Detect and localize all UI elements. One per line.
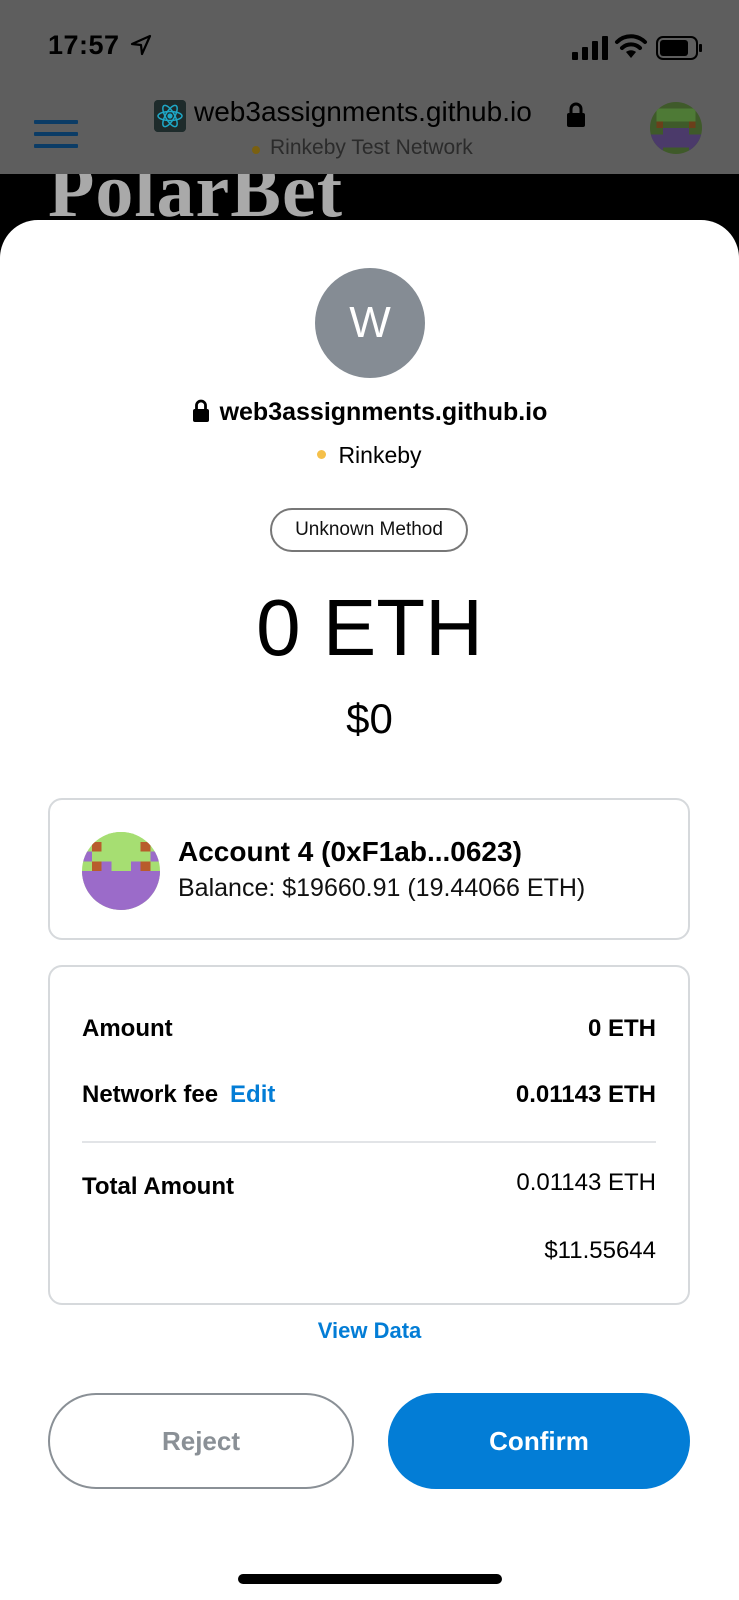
origin-avatar: W <box>315 268 425 378</box>
account-avatar-icon[interactable] <box>650 102 702 154</box>
edit-fee-link[interactable]: Edit <box>230 1081 275 1108</box>
battery-icon <box>656 36 702 60</box>
wifi-icon <box>615 34 647 58</box>
page-heading: PolarBet <box>48 174 344 224</box>
method-badge: Unknown Method <box>270 508 468 552</box>
account-card[interactable]: Account 4 (0xF1ab...0623) Balance: $1966… <box>48 798 690 940</box>
network-dot <box>317 450 327 459</box>
amount-label: Amount <box>82 1015 173 1042</box>
origin-url: web3assignments.github.io <box>219 398 548 426</box>
location-arrow-icon <box>130 34 152 56</box>
network-row: Rinkeby <box>0 442 739 469</box>
divider <box>82 1141 656 1143</box>
status-time: 17:57 <box>48 30 120 60</box>
reject-button[interactable]: Reject <box>48 1393 354 1489</box>
view-data-link[interactable]: View Data <box>0 1318 739 1344</box>
browser-url[interactable]: web3assignments.github.io <box>194 96 532 128</box>
amount-value: 0 ETH <box>587 1015 656 1042</box>
fee-summary-card: Amount 0 ETH Network fee Edit 0.01143 ETH… <box>48 965 690 1305</box>
network-fee-value: 0.01143 ETH <box>515 1081 656 1108</box>
total-amount-crypto: 0.01143 ETH <box>516 1169 656 1196</box>
account-balance: Balance: $19660.91 (19.44066 ETH) <box>178 874 586 902</box>
total-amount-label: Total Amount <box>82 1173 234 1200</box>
network-status-dot <box>252 146 260 154</box>
page-background: PolarBet <box>0 174 739 224</box>
amount-crypto: 0 ETH <box>256 583 483 672</box>
amount-fiat: $0 <box>346 695 393 742</box>
total-amount-fiat: $11.55644 <box>544 1237 656 1264</box>
transaction-approval-sheet: W web3assignments.github.io Rinkeby Unkn… <box>0 220 739 1600</box>
lock-icon <box>192 399 209 422</box>
browser-network-label: Rinkeby Test Network <box>270 136 473 159</box>
cellular-signal-icon <box>572 36 608 60</box>
network-name: Rinkeby <box>338 442 422 468</box>
account-name: Account 4 (0xF1ab...0623) <box>178 836 522 867</box>
origin-row: web3assignments.github.io <box>0 398 739 427</box>
confirm-button[interactable]: Confirm <box>388 1393 690 1489</box>
account-avatar-icon <box>82 832 160 910</box>
network-fee-row: Network fee Edit <box>82 1081 275 1109</box>
browser-address-bar: web3assignments.github.io Rinkeby Test N… <box>0 88 739 174</box>
home-indicator <box>238 1574 502 1584</box>
network-fee-label: Network fee <box>82 1081 219 1108</box>
menu-icon[interactable] <box>34 120 78 150</box>
lock-icon <box>567 102 585 127</box>
react-icon <box>154 100 186 132</box>
status-bar: 17:57 <box>0 0 739 88</box>
